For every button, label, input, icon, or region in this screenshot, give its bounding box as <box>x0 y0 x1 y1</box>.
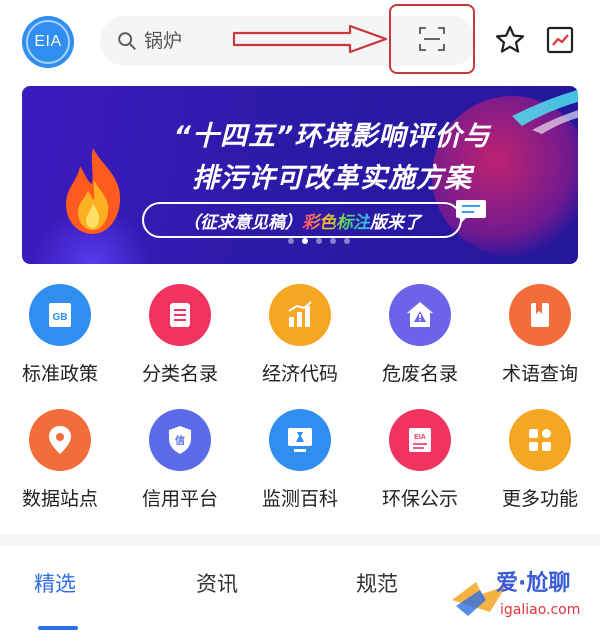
watermark-line1: 爱·尬聊 <box>496 570 570 596</box>
hazard-house-icon <box>407 302 433 327</box>
feature-item[interactable]: 监测百科 <box>240 409 360 519</box>
feature-label: 术语查询 <box>501 363 578 385</box>
trend-chart-icon[interactable] <box>545 25 575 55</box>
feature-item[interactable]: 更多功能 <box>480 409 600 519</box>
feature-icon-circle: 信 <box>149 409 211 471</box>
chat-bubble-icon <box>456 200 486 224</box>
feature-item[interactable]: 危废名录 <box>360 284 480 394</box>
feature-icon-circle: GB <box>29 284 91 346</box>
top-header: EIA <box>0 0 600 80</box>
pagination-dot[interactable] <box>330 238 336 244</box>
active-tab-indicator <box>38 626 78 630</box>
pill-open-paren: （ <box>183 212 200 233</box>
svg-text:GB: GB <box>53 312 68 323</box>
tab-featured[interactable]: 精选 <box>34 568 76 598</box>
tab-standards[interactable]: 规范 <box>356 568 398 598</box>
pill-text-draft: 征求意见稿 <box>200 212 285 233</box>
app-logo-text: EIA <box>34 33 62 50</box>
pill-text-color-marked: 彩色标注 <box>302 208 370 233</box>
list-icon <box>170 303 190 327</box>
pagination-dot[interactable] <box>344 238 350 244</box>
bar-chart-icon <box>288 301 312 327</box>
site-watermark: 爱·尬聊 igaliao.com <box>452 570 580 618</box>
scan-icon[interactable] <box>417 24 447 54</box>
book-icon <box>531 303 549 327</box>
eia-notice-icon: EIA <box>409 428 431 452</box>
pagination-dot[interactable] <box>302 238 308 244</box>
favorite-star-icon[interactable] <box>494 24 526 56</box>
monitor-icon <box>288 428 312 452</box>
feature-icon-circle <box>509 409 571 471</box>
feature-label: 分类名录 <box>141 363 218 385</box>
feature-icon-circle: EIA <box>389 409 451 471</box>
pagination-dot[interactable] <box>288 238 294 244</box>
feature-item[interactable]: 分类名录 <box>120 284 240 394</box>
app-logo[interactable]: EIA <box>22 16 74 68</box>
feature-label: 信用平台 <box>141 488 218 510</box>
credit-shield-icon: 信 <box>169 426 191 454</box>
feature-label: 危废名录 <box>381 363 458 385</box>
feature-icon-circle <box>389 284 451 346</box>
feature-icon-circle <box>149 284 211 346</box>
feature-icon-circle <box>29 409 91 471</box>
svg-text:信: 信 <box>175 434 185 447</box>
banner-subtitle-pill: （ 征求意见稿 ） 彩色标注 版来了 <box>142 202 462 238</box>
feature-icon-circle <box>509 284 571 346</box>
gb-standard-icon: GB <box>49 303 71 327</box>
feature-item[interactable]: 经济代码 <box>240 284 360 394</box>
feature-item[interactable]: GB 标准政策 <box>0 284 120 394</box>
red-arrow-annotation-icon <box>232 24 388 54</box>
feature-grid: GB 标准政策 分类名录 经济代码 危废名录 术语查询 数据站点信信用平台 监测百科 EIA 环保… <box>0 284 600 524</box>
pill-close-paren: ） <box>285 212 302 233</box>
banner-title-line1: “十四五”环境影响评价与 <box>173 121 491 152</box>
feature-icon-circle <box>269 284 331 346</box>
watermark-line2: igaliao.com <box>500 602 580 618</box>
banner-title-line2: 排污许可改革实施方案 <box>192 163 472 194</box>
promo-banner[interactable]: “十四五”环境影响评价与 排污许可改革实施方案 （ 征求意见稿 ） 彩色标注 版… <box>22 86 578 264</box>
feature-icon-circle <box>269 409 331 471</box>
feature-item[interactable]: 数据站点 <box>0 409 120 519</box>
pill-text-version: 版来了 <box>370 212 421 233</box>
feature-item[interactable]: 术语查询 <box>480 284 600 394</box>
more-grid-icon <box>529 429 551 451</box>
location-pin-icon <box>49 426 71 454</box>
scan-button-highlight <box>389 4 475 74</box>
feature-label: 更多功能 <box>501 488 578 510</box>
feature-label: 数据站点 <box>21 488 98 510</box>
tab-news[interactable]: 资讯 <box>196 568 238 598</box>
banner-pagination <box>288 238 350 244</box>
feature-item[interactable]: 信信用平台 <box>120 409 240 519</box>
feature-label: 环保公示 <box>381 488 458 510</box>
feature-label: 标准政策 <box>21 363 98 385</box>
feature-label: 经济代码 <box>261 363 338 385</box>
svg-text:EIA: EIA <box>414 434 426 441</box>
section-divider <box>0 534 600 546</box>
pagination-dot[interactable] <box>316 238 322 244</box>
search-icon <box>118 32 136 50</box>
app-logo-ring: EIA <box>26 20 70 64</box>
feature-label: 监测百科 <box>261 488 338 510</box>
feature-item[interactable]: EIA 环保公示 <box>360 409 480 519</box>
